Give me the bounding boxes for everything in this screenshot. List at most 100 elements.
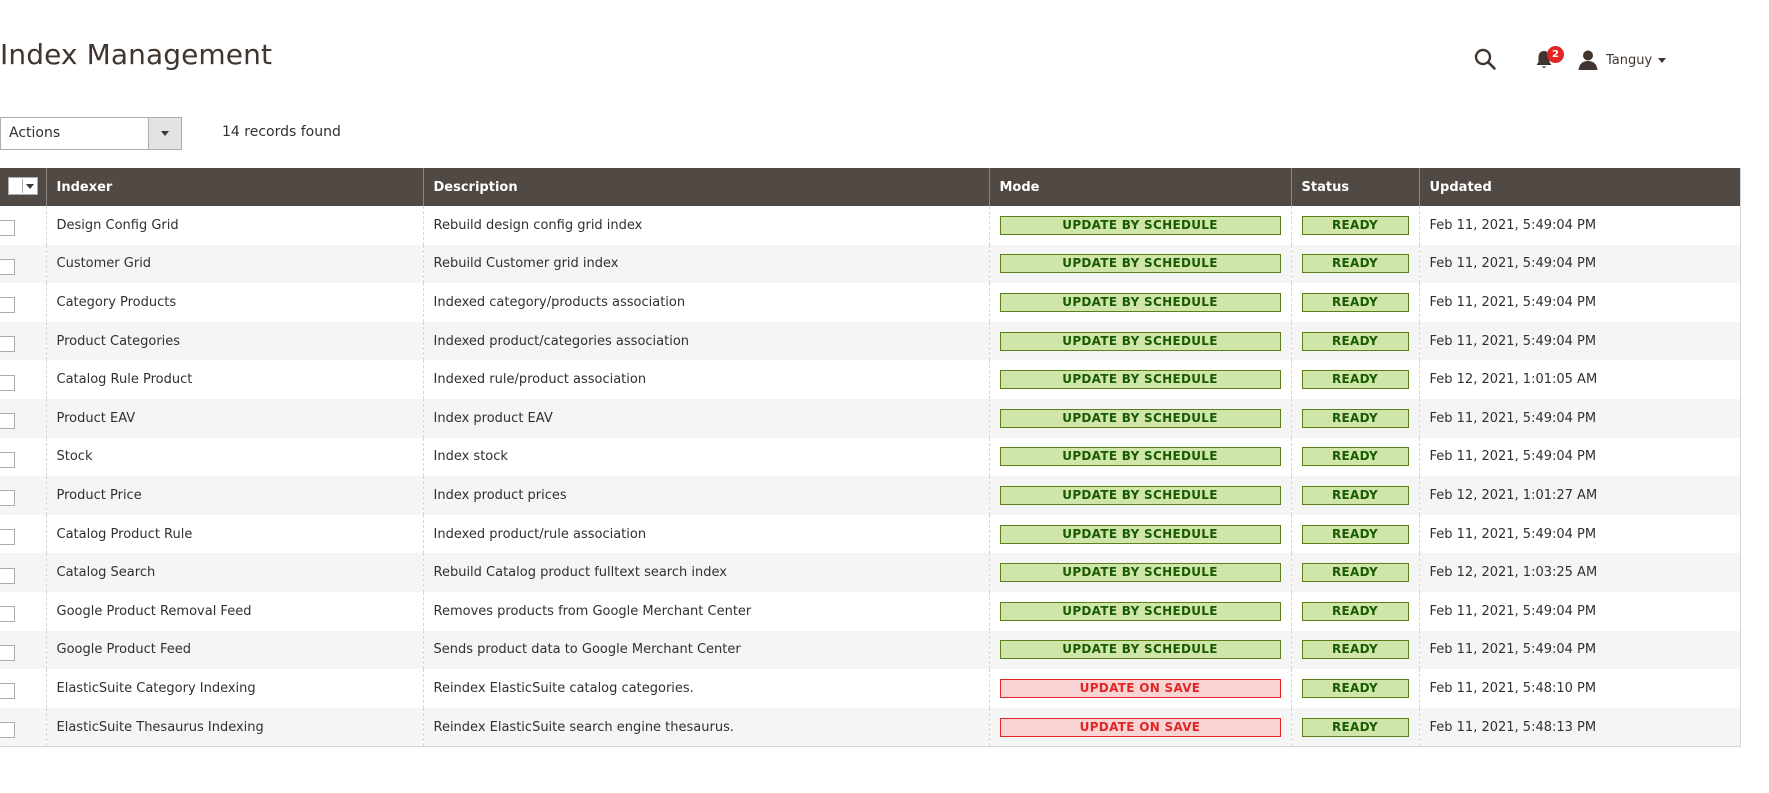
column-header-status[interactable]: Status (1290, 168, 1419, 206)
table-row[interactable]: Google Product Removal Feed Removes produ… (0, 591, 1740, 631)
table-row[interactable]: Customer Grid Rebuild Customer grid index… (0, 244, 1740, 284)
row-select-cell (0, 283, 46, 322)
search-icon[interactable] (1473, 47, 1497, 71)
table-row[interactable]: Product Price Index product prices UPDATE … (0, 476, 1740, 515)
status-badge: READY (1301, 292, 1409, 312)
mode-badge: UPDATE BY SCHEDULE (999, 524, 1281, 544)
row-checkbox[interactable] (0, 606, 15, 623)
mode-badge: UPDATE BY SCHEDULE (999, 640, 1281, 660)
updated-cell: Feb 11, 2021, 5:48:13 PM (1418, 707, 1740, 747)
mode-badge: UPDATE ON SAVE (999, 717, 1281, 737)
row-checkbox[interactable] (0, 567, 15, 584)
description-cell: Sends product data to Google Merchant Ce… (422, 630, 989, 670)
row-select-cell (0, 244, 46, 284)
status-badge: READY (1301, 215, 1409, 235)
status-badge: READY (1301, 563, 1409, 583)
status-cell: READY (1290, 707, 1419, 747)
indexer-cell: Catalog Search (45, 553, 423, 592)
updated-cell: Feb 11, 2021, 5:49:04 PM (1418, 244, 1740, 284)
status-cell: READY (1290, 630, 1419, 670)
column-header-indexer[interactable]: Indexer (45, 168, 423, 206)
description-cell: Rebuild design config grid index (422, 206, 989, 245)
notifications-button[interactable]: 2 (1533, 46, 1564, 72)
column-header-mode[interactable]: Mode (988, 168, 1291, 206)
indexer-cell: Product EAV (45, 398, 423, 438)
indexer-cell: ElasticSuite Thesaurus Indexing (45, 707, 423, 747)
table-row[interactable]: Design Config Grid Rebuild design config … (0, 206, 1740, 245)
status-cell: READY (1290, 283, 1419, 322)
mode-cell: UPDATE BY SCHEDULE (988, 591, 1291, 631)
notifications-count-badge: 2 (1547, 46, 1564, 63)
row-checkbox[interactable] (0, 529, 15, 546)
indexer-cell: Stock (45, 437, 423, 477)
mode-cell: UPDATE BY SCHEDULE (988, 244, 1291, 284)
indexer-grid: Indexer Description Mode Status Updated … (0, 168, 1741, 748)
updated-cell: Feb 11, 2021, 5:49:04 PM (1418, 206, 1740, 245)
row-checkbox[interactable] (0, 451, 15, 468)
status-badge: READY (1301, 408, 1409, 428)
mode-cell: UPDATE BY SCHEDULE (988, 553, 1291, 592)
mode-badge: UPDATE BY SCHEDULE (999, 331, 1281, 351)
indexer-cell: Product Price (45, 476, 423, 515)
table-row[interactable]: ElasticSuite Category Indexing Reindex El… (0, 669, 1740, 708)
mode-cell: UPDATE BY SCHEDULE (988, 206, 1291, 245)
row-checkbox[interactable] (0, 683, 15, 700)
status-badge: READY (1301, 254, 1409, 274)
table-row[interactable]: Catalog Product Rule Indexed product/rule… (0, 514, 1740, 554)
mode-cell: UPDATE ON SAVE (988, 669, 1291, 708)
status-cell: READY (1290, 206, 1419, 245)
table-row[interactable]: Catalog Rule Product Indexed rule/product… (0, 360, 1740, 399)
grid-header-row: Indexer Description Mode Status Updated (0, 168, 1740, 206)
description-cell: Removes products from Google Merchant Ce… (422, 591, 989, 631)
row-checkbox[interactable] (0, 722, 15, 739)
mode-cell: UPDATE BY SCHEDULE (988, 321, 1291, 361)
column-header-description[interactable]: Description (422, 168, 989, 206)
table-row[interactable]: Product Categories Indexed product/catego… (0, 321, 1740, 361)
mass-action-checkbox[interactable] (0, 168, 46, 206)
table-row[interactable]: Stock Index stock UPDATE BY SCHEDULE READY F… (0, 437, 1740, 477)
chevron-down-icon (1658, 57, 1667, 63)
updated-cell: Feb 11, 2021, 5:49:04 PM (1418, 321, 1740, 361)
row-checkbox[interactable] (0, 220, 15, 237)
row-select-cell (0, 515, 46, 554)
row-select-cell (0, 438, 46, 477)
updated-cell: Feb 11, 2021, 5:48:10 PM (1418, 669, 1740, 708)
row-select-cell (0, 321, 46, 361)
table-row[interactable]: Category Products Indexed category/produc… (0, 283, 1740, 322)
row-checkbox[interactable] (0, 644, 15, 661)
updated-cell: Feb 11, 2021, 5:49:04 PM (1418, 514, 1740, 554)
table-row[interactable]: ElasticSuite Thesaurus Indexing Reindex E… (0, 707, 1740, 747)
table-row[interactable]: Product EAV Index product EAV UPDATE BY SC… (0, 398, 1740, 438)
row-checkbox[interactable] (0, 297, 15, 314)
chevron-down-icon[interactable] (22, 179, 37, 193)
mode-badge: UPDATE BY SCHEDULE (999, 292, 1281, 312)
row-checkbox[interactable] (0, 336, 15, 353)
row-checkbox[interactable] (0, 413, 15, 430)
status-badge: READY (1301, 601, 1409, 621)
user-menu[interactable]: Tanguy (1577, 46, 1667, 74)
mode-cell: UPDATE BY SCHEDULE (988, 630, 1291, 670)
mode-cell: UPDATE BY SCHEDULE (988, 476, 1291, 515)
actions-dropdown[interactable]: Actions (0, 117, 182, 150)
table-row[interactable]: Catalog Search Rebuild Catalog product fu… (0, 553, 1740, 592)
mode-cell: UPDATE BY SCHEDULE (988, 437, 1291, 477)
row-select-cell (0, 398, 46, 438)
row-checkbox[interactable] (0, 374, 15, 391)
row-select-cell (0, 707, 46, 747)
row-checkbox[interactable] (0, 490, 15, 507)
chevron-down-icon[interactable] (148, 118, 181, 149)
column-header-updated[interactable]: Updated (1418, 168, 1740, 206)
updated-cell: Feb 12, 2021, 1:01:27 AM (1418, 476, 1740, 515)
user-icon (1577, 49, 1599, 71)
status-cell: READY (1290, 360, 1419, 399)
status-cell: READY (1290, 398, 1419, 438)
status-cell: READY (1290, 244, 1419, 284)
row-select-cell (0, 360, 46, 399)
status-badge: READY (1301, 640, 1409, 660)
indexer-cell: Catalog Product Rule (45, 514, 423, 554)
mode-badge: UPDATE BY SCHEDULE (999, 254, 1281, 274)
row-checkbox[interactable] (0, 258, 15, 275)
table-row[interactable]: Google Product Feed Sends product data to… (0, 630, 1740, 670)
mode-badge: UPDATE BY SCHEDULE (999, 563, 1281, 583)
select-all-checkbox[interactable] (9, 179, 22, 193)
